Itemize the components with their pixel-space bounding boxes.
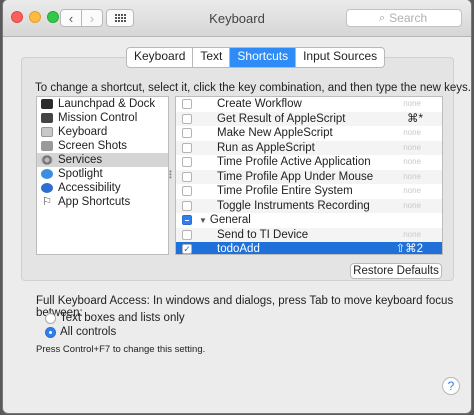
search-icon: ⌕ (379, 11, 386, 24)
shortcut-checkbox[interactable] (182, 171, 192, 182)
shortcut-checkbox[interactable] (182, 142, 192, 153)
category-list[interactable]: Launchpad & Dock Mission Control Keyboar… (36, 96, 169, 255)
shortcut-row[interactable]: Create Workflow none (176, 97, 442, 112)
radio-all-controls[interactable]: All controls (45, 326, 116, 338)
shortcut-checkbox[interactable] (182, 157, 192, 167)
category-screen-shots[interactable]: Screen Shots (37, 139, 168, 153)
disclosure-triangle-icon[interactable]: ▼ (199, 216, 207, 225)
shortcut-row[interactable]: Run as AppleScript none (176, 140, 442, 155)
accessibility-icon (41, 183, 53, 193)
shortcut-checkbox[interactable] (182, 113, 192, 124)
shortcut-checkbox[interactable] (182, 99, 192, 109)
shortcut-checkbox[interactable]: ✓ (182, 244, 192, 254)
help-button[interactable]: ? (442, 377, 460, 395)
app-shortcuts-icon: ⚐ (42, 196, 52, 208)
group-checkbox[interactable] (182, 215, 192, 225)
radio-button-selected[interactable] (45, 326, 56, 338)
category-app-shortcuts[interactable]: ⚐ App Shortcuts (37, 195, 168, 209)
shortcut-checkbox[interactable] (182, 128, 192, 138)
category-accessibility[interactable]: Accessibility (37, 181, 168, 195)
question-icon: ? (447, 379, 455, 393)
launchpad-icon (41, 99, 53, 109)
category-keyboard[interactable]: Keyboard (37, 125, 168, 139)
shortcut-row[interactable]: Time Profile Active Application none (176, 155, 442, 170)
restore-defaults-button[interactable]: Restore Defaults (350, 263, 442, 279)
tab-keyboard[interactable]: Keyboard (127, 48, 194, 67)
radio-text-boxes[interactable]: Text boxes and lists only (45, 312, 185, 324)
shortcut-checkbox[interactable] (182, 229, 192, 240)
category-services[interactable]: Services (37, 153, 168, 167)
tab-text[interactable]: Text (193, 48, 231, 67)
radio-button[interactable] (45, 312, 56, 324)
checkmark-icon: ✓ (183, 244, 191, 254)
shortcut-checkbox[interactable] (182, 186, 192, 196)
shortcut-row[interactable]: Send to TI Device none (176, 227, 442, 242)
tab-input-sources[interactable]: Input Sources (296, 48, 384, 67)
shortcut-list[interactable]: Create Workflow none Get Result of AppleS… (175, 96, 443, 255)
keyboard-icon (41, 127, 53, 137)
category-spotlight[interactable]: Spotlight (37, 167, 168, 181)
instructions-text: To change a shortcut, select it, click t… (35, 82, 471, 94)
title-bar: ‹ › Keyboard ⌕ Search (3, 0, 471, 37)
search-field[interactable]: ⌕ Search (346, 9, 462, 27)
hint-text: Press Control+F7 to change this setting. (36, 344, 206, 355)
tab-shortcuts[interactable]: Shortcuts (230, 48, 297, 67)
shortcut-row[interactable]: Time Profile App Under Mouse none (176, 169, 442, 184)
spotlight-icon (41, 169, 53, 179)
search-placeholder: Search (389, 11, 428, 25)
screenshot-icon (41, 141, 53, 151)
tab-bar: Keyboard Text Shortcuts Input Sources (126, 47, 386, 68)
shortcut-group-row[interactable]: ▼ General (176, 213, 442, 228)
shortcut-row[interactable]: Get Result of AppleScript ⌘* (176, 111, 442, 126)
shortcut-checkbox[interactable] (182, 200, 192, 211)
keyboard-preferences-window: ‹ › Keyboard ⌕ Search Keyboard Text Shor… (3, 0, 471, 413)
shortcut-row-selected[interactable]: ✓ todoAdd ⇧⌘2 (176, 242, 442, 254)
category-launchpad-dock[interactable]: Launchpad & Dock (37, 97, 168, 111)
shortcut-row[interactable]: Time Profile Entire System none (176, 184, 442, 199)
gear-icon (41, 155, 53, 165)
shortcut-row[interactable]: Toggle Instruments Recording none (176, 198, 442, 213)
category-mission-control[interactable]: Mission Control (37, 111, 168, 125)
mission-control-icon (41, 113, 53, 123)
shortcut-row[interactable]: Make New AppleScript none (176, 126, 442, 141)
